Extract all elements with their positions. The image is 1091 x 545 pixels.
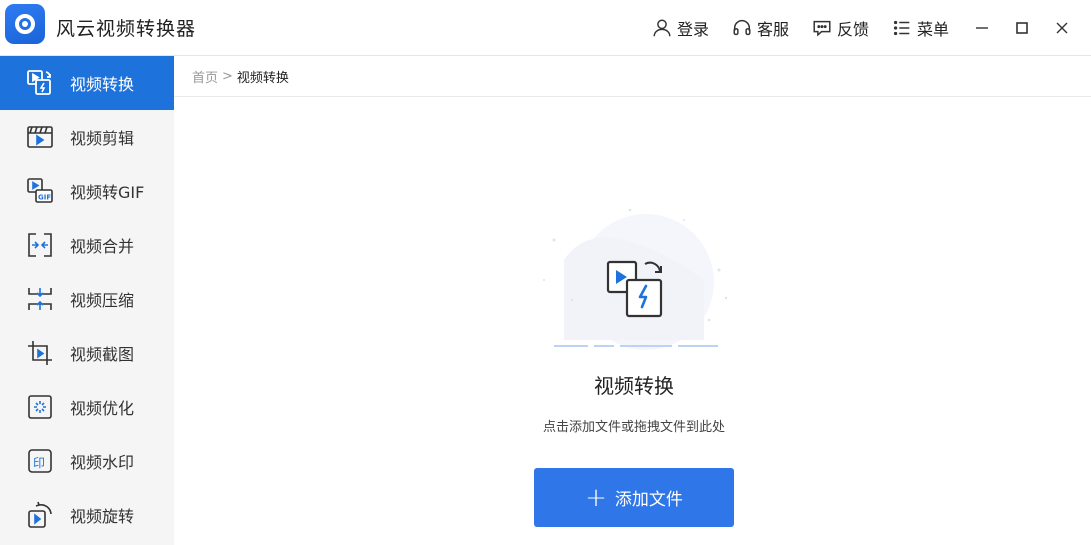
video-crop-icon	[24, 337, 56, 369]
sidebar-item-label: 视频截图	[70, 345, 135, 364]
sidebar-item-video-crop[interactable]: 视频截图	[0, 326, 174, 380]
service-button[interactable]: 客服	[731, 16, 789, 40]
sidebar-item-video-rotate[interactable]: 视频旋转	[0, 488, 174, 542]
chat-icon	[813, 20, 831, 37]
close-icon	[1056, 22, 1068, 34]
sidebar-item-label: 视频转换	[70, 75, 135, 94]
menu-button[interactable]: 菜单	[891, 16, 949, 40]
svg-text:印: 印	[33, 456, 45, 470]
maximize-button[interactable]	[1011, 17, 1033, 39]
sidebar-item-label: 视频合并	[70, 237, 135, 256]
sidebar-item-video-edit[interactable]: 视频剪辑	[0, 110, 174, 164]
page-title: 视频转换	[594, 374, 674, 398]
video-watermark-icon: 印	[24, 445, 56, 477]
maximize-icon	[1016, 22, 1028, 34]
sidebar-item-video-compress[interactable]: 视频压缩	[0, 272, 174, 326]
sidebar-item-label: 视频旋转	[70, 507, 135, 526]
sidebar-item-label: 视频压缩	[70, 291, 135, 310]
sidebar-item-label: 视频水印	[70, 453, 135, 472]
video-convert-icon	[24, 67, 56, 99]
sidebar-item-label: 视频优化	[70, 399, 135, 418]
app-title: 风云视频转换器	[56, 18, 197, 40]
service-label: 客服	[756, 20, 789, 39]
close-button[interactable]	[1051, 17, 1073, 39]
video-gif-icon: GIF	[24, 175, 56, 207]
headset-icon	[733, 20, 751, 36]
user-icon	[653, 19, 671, 37]
sidebar-item-video-gif[interactable]: GIF 视频转GIF	[0, 164, 174, 218]
sidebar: 视频转换 视频剪辑 GIF 视频转GIF 视频合并 视频压缩 视频截图 视频优化…	[0, 56, 174, 545]
top-actions: 登录 客服 反馈 菜单	[651, 0, 1091, 56]
breadcrumb-current: 视频转换	[236, 70, 289, 86]
drop-zone-illustration[interactable]	[534, 200, 734, 350]
title-bar: 风云视频转换器 登录 客服 反馈 菜单	[0, 0, 1091, 56]
menu-label: 菜单	[916, 20, 949, 39]
video-merge-icon	[24, 229, 56, 261]
add-file-label: 添加文件	[614, 490, 683, 510]
feedback-label: 反馈	[836, 20, 869, 39]
feedback-button[interactable]: 反馈	[811, 16, 869, 40]
video-compress-icon	[24, 283, 56, 315]
minimize-button[interactable]	[971, 17, 993, 39]
sidebar-item-video-convert[interactable]: 视频转换	[0, 56, 174, 110]
menu-list-icon	[893, 20, 910, 36]
minimize-icon	[976, 27, 988, 29]
svg-text:GIF: GIF	[38, 194, 51, 202]
plus-icon: +	[585, 482, 607, 513]
breadcrumb: 首页 > 视频转换	[174, 56, 1091, 97]
video-rotate-icon	[24, 499, 56, 531]
sidebar-item-video-watermark[interactable]: 印 视频水印	[0, 434, 174, 488]
video-edit-icon	[24, 121, 56, 153]
drop-hint-text: 点击添加文件或拖拽文件到此处	[542, 420, 725, 435]
sidebar-item-label: 视频剪辑	[70, 129, 135, 148]
breadcrumb-separator: >	[222, 68, 233, 84]
app-logo-icon	[5, 4, 45, 44]
sidebar-item-video-merge[interactable]: 视频合并	[0, 218, 174, 272]
add-file-button[interactable]: + 添加文件	[534, 468, 734, 527]
login-label: 登录	[676, 20, 709, 39]
sidebar-item-video-optimize[interactable]: 视频优化	[0, 380, 174, 434]
convert-illustration-icon	[543, 208, 728, 350]
breadcrumb-home[interactable]: 首页	[192, 67, 218, 86]
sidebar-item-label: 视频转GIF	[70, 183, 145, 202]
login-button[interactable]: 登录	[651, 16, 709, 40]
video-optimize-icon	[24, 391, 56, 423]
